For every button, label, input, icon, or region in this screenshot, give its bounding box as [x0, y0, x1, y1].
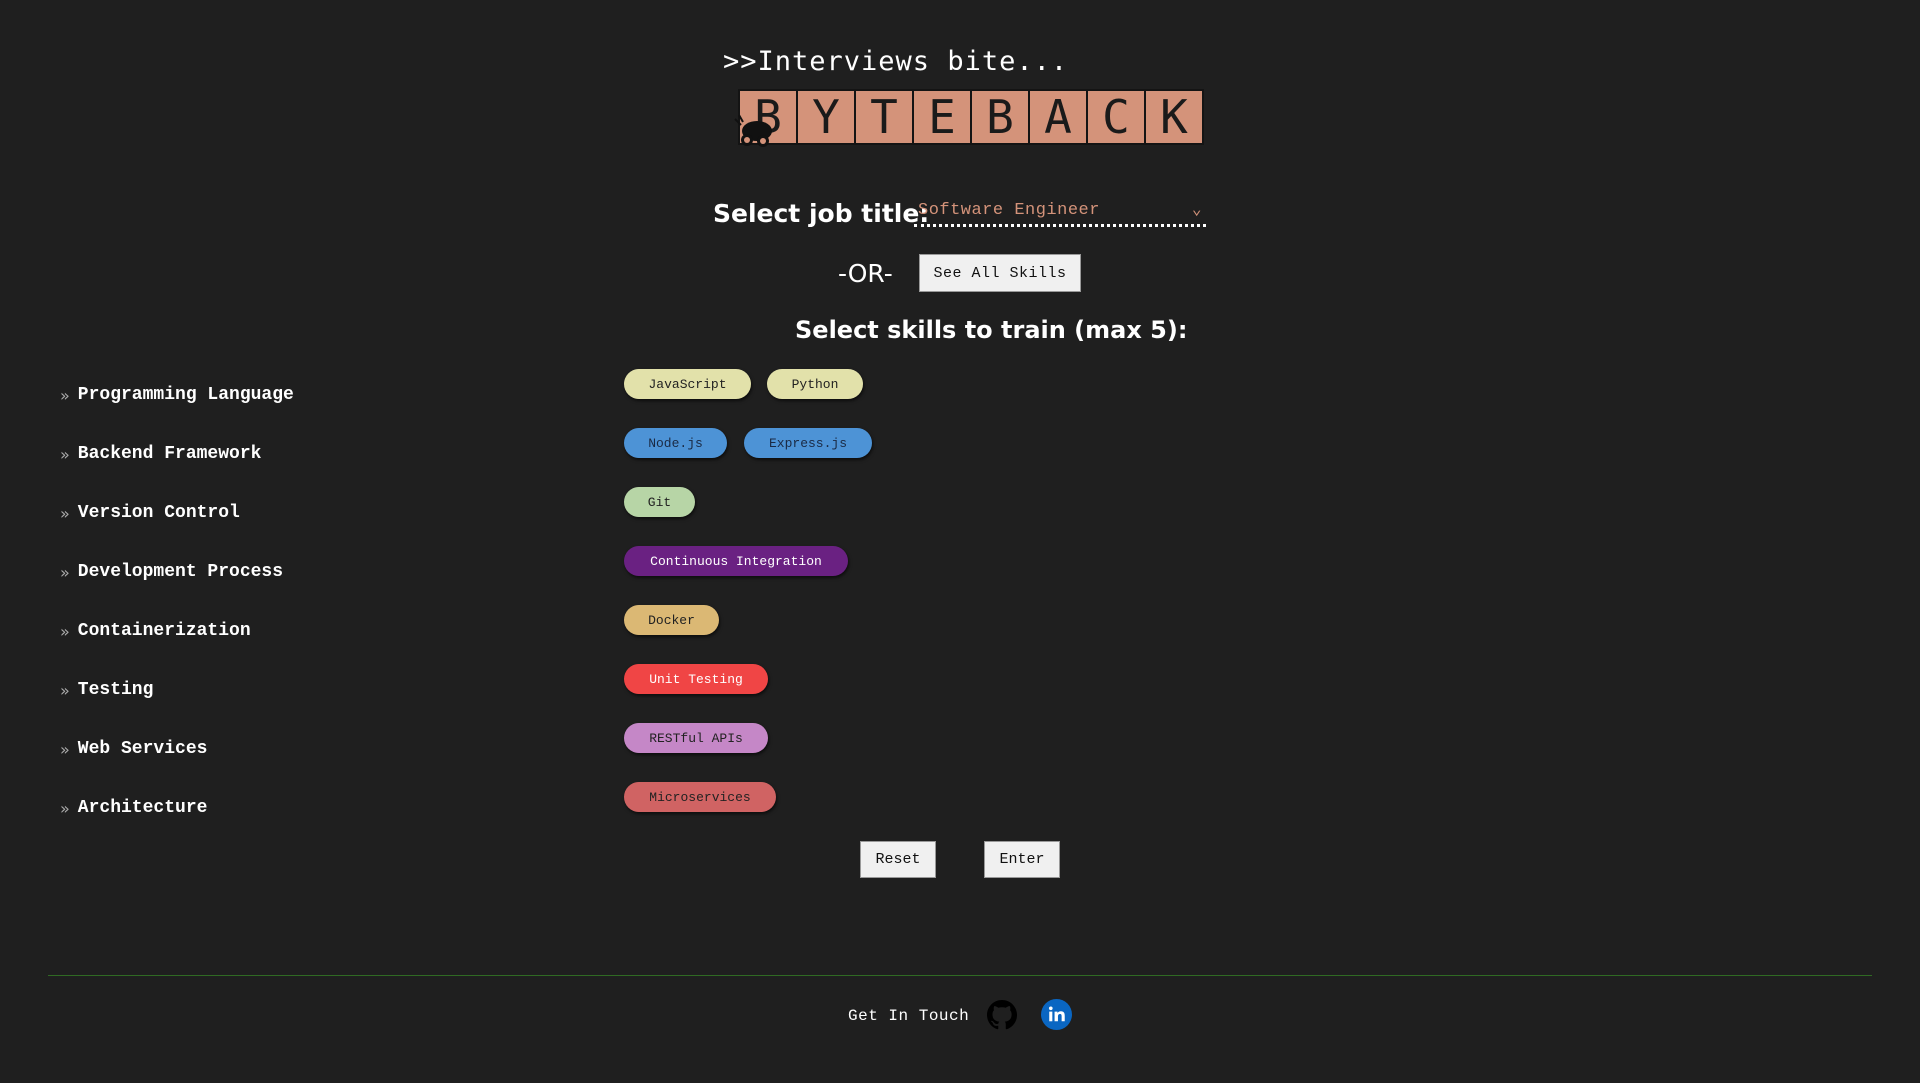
category-version-control[interactable]: » Version Control	[60, 501, 240, 525]
category-testing[interactable]: » Testing	[60, 678, 153, 702]
double-chevron-right-icon: »	[60, 739, 70, 759]
skill-pill[interactable]: Express.js	[744, 428, 872, 458]
logo-tile: T	[854, 89, 914, 145]
category-label: Backend Framework	[77, 444, 262, 464]
double-chevron-right-icon: »	[60, 503, 70, 523]
skill-pill[interactable]: Microservices	[624, 782, 776, 812]
category-label: Development Process	[77, 562, 284, 582]
double-chevron-right-icon: »	[60, 444, 70, 464]
logo-tile: E	[912, 89, 972, 145]
enter-button[interactable]: Enter	[984, 841, 1060, 878]
category-development-process[interactable]: » Development Process	[60, 560, 283, 584]
category-label: Programming Language	[77, 385, 294, 405]
footer-divider	[48, 975, 1872, 976]
or-label: -OR-	[838, 259, 893, 288]
bug-bite-icon	[734, 114, 772, 147]
github-icon[interactable]	[987, 1000, 1017, 1030]
logo-tile: Y	[796, 89, 856, 145]
category-containerization[interactable]: » Containerization	[60, 619, 251, 643]
reset-button[interactable]: Reset	[860, 841, 936, 878]
tagline: >>Interviews bite...	[723, 46, 1069, 77]
skill-pill[interactable]: Unit Testing	[624, 664, 768, 694]
category-label: Architecture	[77, 798, 208, 818]
logo-tile: B	[970, 89, 1030, 145]
job-title-label: Select job title:	[713, 199, 930, 228]
skill-pill[interactable]: Continuous Integration	[624, 546, 848, 576]
linkedin-icon[interactable]	[1041, 999, 1072, 1030]
double-chevron-right-icon: »	[60, 385, 70, 405]
skill-pill[interactable]: Node.js	[624, 428, 727, 458]
skill-pill[interactable]: RESTful APIs	[624, 723, 768, 753]
double-chevron-right-icon: »	[60, 798, 70, 818]
double-chevron-right-icon: »	[60, 562, 70, 582]
category-architecture[interactable]: » Architecture	[60, 796, 207, 820]
logo-tile: A	[1028, 89, 1088, 145]
footer-text: Get In Touch	[848, 1007, 970, 1025]
logo-tile: C	[1086, 89, 1146, 145]
category-web-services[interactable]: » Web Services	[60, 737, 207, 761]
category-label: Containerization	[77, 621, 251, 641]
logo-tile: K	[1144, 89, 1204, 145]
skills-heading: Select skills to train (max 5):	[795, 316, 1188, 344]
see-all-skills-button[interactable]: See All Skills	[919, 254, 1081, 292]
skill-pill[interactable]: Git	[624, 487, 695, 517]
bytebeack-logo: BYTEBACK	[738, 89, 1204, 145]
category-programming-language[interactable]: » Programming Language	[60, 383, 294, 407]
category-label: Version Control	[77, 503, 240, 523]
double-chevron-right-icon: »	[60, 680, 70, 700]
category-backend-framework[interactable]: » Backend Framework	[60, 442, 261, 466]
skill-pill[interactable]: Docker	[624, 605, 719, 635]
double-chevron-right-icon: »	[60, 621, 70, 641]
category-label: Testing	[77, 680, 154, 700]
job-title-select[interactable]: Software Engineer ⌄	[914, 201, 1206, 227]
skill-pill[interactable]: JavaScript	[624, 369, 751, 399]
category-label: Web Services	[77, 739, 208, 759]
chevron-down-icon: ⌄	[1191, 201, 1202, 219]
skill-pill[interactable]: Python	[767, 369, 863, 399]
job-title-value: Software Engineer	[918, 201, 1100, 220]
